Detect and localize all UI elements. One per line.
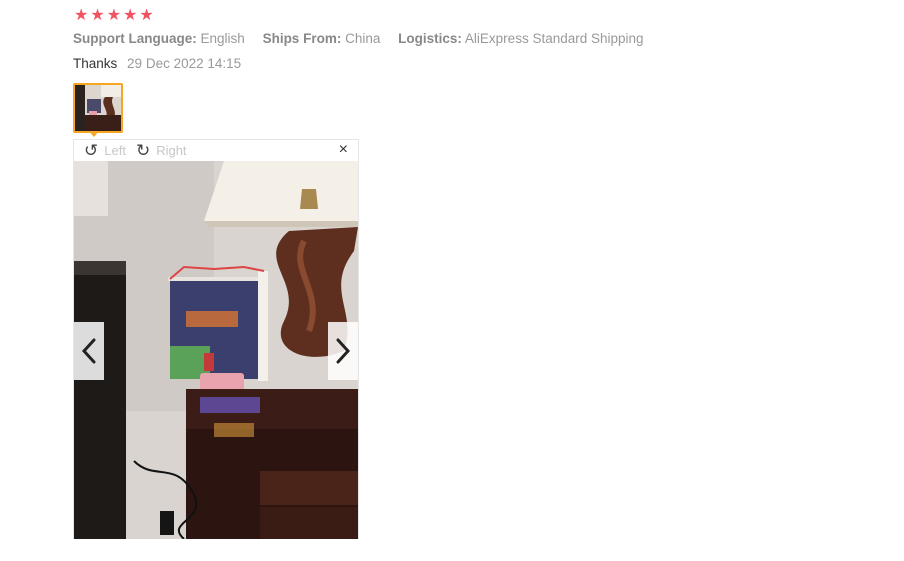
rotate-right-icon: ↻ <box>135 141 151 160</box>
logistics-label: Logistics: <box>398 31 462 46</box>
thumbnail-image <box>75 85 121 131</box>
chevron-right-icon <box>336 338 351 364</box>
star-icon: ★ <box>139 7 154 24</box>
rotate-left-label: Left <box>104 143 126 158</box>
viewer-toolbar: ↺ Left ↻ Right × <box>74 140 358 161</box>
review-meta: Support Language: English Ships From: Ch… <box>73 31 658 46</box>
chevron-left-icon <box>81 338 96 364</box>
photo-viewer: ↺ Left ↻ Right × <box>73 139 359 539</box>
star-icon: ★ <box>74 7 89 24</box>
logistics-value: AliExpress Standard Shipping <box>464 31 644 46</box>
next-photo-button[interactable] <box>328 322 358 380</box>
ships-from-label: Ships From: <box>262 31 342 46</box>
support-language-value: English <box>200 31 245 46</box>
rotate-left-icon: ↺ <box>84 141 99 160</box>
review-comment: Thanks 29 Dec 2022 14:15 <box>73 56 241 71</box>
rotate-right-label: Right <box>156 143 187 158</box>
rotate-left-button[interactable]: ↺ Left <box>84 142 126 159</box>
ships-from-value: China <box>345 31 381 46</box>
rating-stars: ★ ★ ★ ★ ★ <box>74 8 154 24</box>
review-photo <box>74 161 358 539</box>
comment-text: Thanks <box>73 56 118 71</box>
close-icon[interactable]: × <box>339 141 348 159</box>
rotate-right-button[interactable]: ↻ Right <box>136 142 187 159</box>
review-date: 29 Dec 2022 14:15 <box>127 56 242 71</box>
star-icon: ★ <box>106 7 122 24</box>
prev-photo-button[interactable] <box>74 322 104 380</box>
star-icon: ★ <box>123 7 138 24</box>
review-photo-image <box>74 161 358 539</box>
support-language-label: Support Language: <box>73 31 197 46</box>
star-icon: ★ <box>90 7 105 24</box>
thumbnail-pointer <box>89 131 99 137</box>
review-photo-thumbnail[interactable] <box>73 83 123 133</box>
